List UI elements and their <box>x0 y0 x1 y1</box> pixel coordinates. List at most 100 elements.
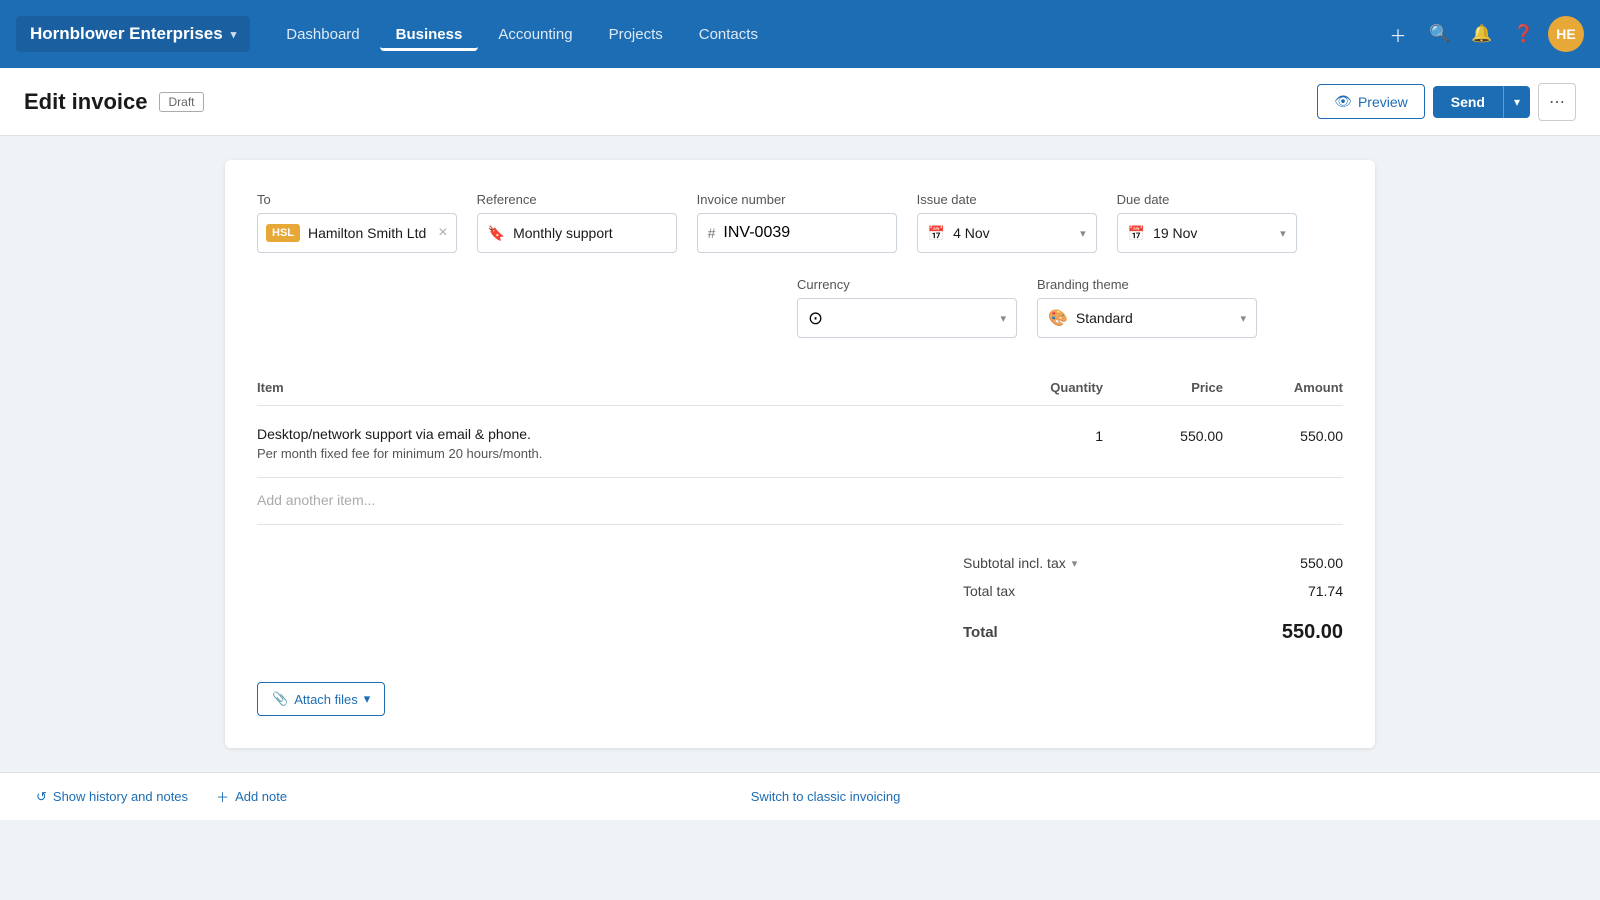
more-options-button[interactable]: ⋯ <box>1538 83 1576 121</box>
total-tax-row: Total tax 71.74 <box>963 577 1343 605</box>
preview-icon: 👁 <box>1334 93 1352 110</box>
due-date-field[interactable]: 📅 19 Nov ▾ <box>1117 213 1297 253</box>
due-date-chevron-icon: ▾ <box>1280 227 1286 240</box>
due-date-group: Due date 📅 19 Nov ▾ <box>1117 192 1297 253</box>
to-group: To HSL Hamilton Smith Ltd × <box>257 192 457 253</box>
nav-links: Dashboard Business Accounting Projects C… <box>270 18 1380 51</box>
preview-button[interactable]: 👁 Preview <box>1317 84 1425 119</box>
add-note-link[interactable]: ＋ Add note <box>216 787 287 806</box>
bottom-section: 📎 Attach files ▾ <box>257 682 1343 716</box>
currency-label: Currency <box>797 277 1017 292</box>
navbar: Hornblower Enterprises ▾ Dashboard Busin… <box>0 0 1600 68</box>
total-tax-label: Total tax <box>963 583 1015 599</box>
branding-theme-label: Branding theme <box>1037 277 1257 292</box>
theme-icon: 🎨 <box>1048 308 1068 328</box>
due-date-label: Due date <box>1117 192 1297 207</box>
issue-date-chevron-icon: ▾ <box>1080 227 1086 240</box>
add-note-label: Add note <box>235 789 287 804</box>
currency-group: Currency ⊙ ▾ <box>797 277 1017 338</box>
history-notes-link[interactable]: ↺ Show history and notes <box>36 789 188 805</box>
item-sub-description: Per month fixed fee for minimum 20 hours… <box>257 446 983 461</box>
branding-theme-field[interactable]: 🎨 Standard ▾ <box>1037 298 1257 338</box>
brand-button[interactable]: Hornblower Enterprises ▾ <box>16 16 250 52</box>
total-value: 550.00 <box>1282 621 1343 644</box>
add-button[interactable]: ＋ <box>1380 16 1416 52</box>
footer-bar: ↺ Show history and notes ＋ Add note Swit… <box>0 772 1600 820</box>
page-header: Edit invoice Draft 👁 Preview Send ▾ ⋯ <box>0 68 1600 136</box>
branding-theme-group: Branding theme 🎨 Standard ▾ <box>1037 277 1257 338</box>
nav-dashboard[interactable]: Dashboard <box>270 18 375 51</box>
send-button[interactable]: Send <box>1433 86 1503 118</box>
hash-icon: # <box>708 225 716 241</box>
to-badge: HSL <box>266 224 300 242</box>
avatar[interactable]: HE <box>1548 16 1584 52</box>
form-row-1: To HSL Hamilton Smith Ltd × Reference 🔖 … <box>257 192 1343 253</box>
calendar-icon: 📅 <box>928 225 945 242</box>
subtotal-value: 550.00 <box>1300 555 1343 571</box>
col-item: Item <box>257 380 983 395</box>
totals-section: Subtotal incl. tax ▾ 550.00 Total tax 71… <box>257 549 1343 650</box>
add-item-row[interactable]: Add another item... <box>257 478 1343 525</box>
issue-date-value: 4 Nov <box>953 225 1072 241</box>
currency-chevron-icon: ▾ <box>1000 312 1006 325</box>
send-button-group: Send ▾ <box>1433 86 1530 118</box>
reference-field[interactable]: 🔖 Monthly support <box>477 213 677 253</box>
nav-accounting[interactable]: Accounting <box>482 18 588 51</box>
history-icon: ↺ <box>36 789 47 805</box>
to-label: To <box>257 192 457 207</box>
branding-theme-chevron-icon: ▾ <box>1240 312 1246 325</box>
currency-field[interactable]: ⊙ ▾ <box>797 298 1017 338</box>
help-button[interactable]: ❓ <box>1506 16 1542 52</box>
to-close-icon[interactable]: × <box>438 224 447 242</box>
invoice-number-field[interactable]: # INV-0039 <box>697 213 897 253</box>
currency-icon: ⊙ <box>808 308 823 329</box>
total-tax-value: 71.74 <box>1308 583 1343 599</box>
col-amount: Amount <box>1223 380 1343 395</box>
invoice-number-label: Invoice number <box>697 192 897 207</box>
nav-business[interactable]: Business <box>380 18 479 51</box>
reference-label: Reference <box>477 192 677 207</box>
nav-projects[interactable]: Projects <box>593 18 679 51</box>
form-row-2: Currency ⊙ ▾ Branding theme 🎨 Standard ▾ <box>257 277 1343 338</box>
table-row[interactable]: Desktop/network support via email & phon… <box>257 410 1343 478</box>
add-item-placeholder: Add another item... <box>257 492 375 508</box>
send-dropdown-button[interactable]: ▾ <box>1503 86 1530 118</box>
total-row: Total 550.00 <box>963 609 1343 650</box>
issue-date-field[interactable]: 📅 4 Nov ▾ <box>917 213 1097 253</box>
subtotal-label: Subtotal incl. tax ▾ <box>963 555 1077 571</box>
items-header: Item Quantity Price Amount <box>257 370 1343 406</box>
classic-label: Switch to classic invoicing <box>751 789 901 804</box>
notifications-button[interactable]: 🔔 <box>1464 16 1500 52</box>
classic-invoicing-link[interactable]: Switch to classic invoicing <box>751 789 901 804</box>
item-description-cell: Desktop/network support via email & phon… <box>257 426 983 461</box>
subtotal-row: Subtotal incl. tax ▾ 550.00 <box>963 549 1343 577</box>
invoice-number-value: INV-0039 <box>723 224 790 242</box>
branding-theme-value: Standard <box>1076 310 1233 326</box>
items-table: Item Quantity Price Amount Desktop/netwo… <box>257 370 1343 525</box>
main-content: To HSL Hamilton Smith Ltd × Reference 🔖 … <box>0 136 1600 772</box>
attach-files-button[interactable]: 📎 Attach files ▾ <box>257 682 385 716</box>
to-field[interactable]: HSL Hamilton Smith Ltd × <box>257 213 457 253</box>
issue-date-label: Issue date <box>917 192 1097 207</box>
item-quantity: 1 <box>983 426 1103 461</box>
bookmark-icon: 🔖 <box>488 225 505 242</box>
due-date-calendar-icon: 📅 <box>1128 225 1145 242</box>
history-label: Show history and notes <box>53 789 188 804</box>
subtotal-dropdown-icon[interactable]: ▾ <box>1072 557 1078 570</box>
totals-table: Subtotal incl. tax ▾ 550.00 Total tax 71… <box>963 549 1343 650</box>
reference-value: Monthly support <box>513 225 613 241</box>
attach-files-label: Attach files <box>294 692 358 707</box>
total-label: Total <box>963 624 998 641</box>
invoice-number-group: Invoice number # INV-0039 <box>697 192 897 253</box>
page-title-group: Edit invoice Draft <box>24 89 204 115</box>
brand-name: Hornblower Enterprises <box>30 24 223 44</box>
issue-date-group: Issue date 📅 4 Nov ▾ <box>917 192 1097 253</box>
nav-contacts[interactable]: Contacts <box>683 18 774 51</box>
avatar-initials: HE <box>1556 26 1575 42</box>
search-button[interactable]: 🔍 <box>1422 16 1458 52</box>
col-price: Price <box>1103 380 1223 395</box>
attach-icon: 📎 <box>272 691 288 707</box>
to-name: Hamilton Smith Ltd <box>308 225 426 241</box>
header-actions: 👁 Preview Send ▾ ⋯ <box>1317 83 1576 121</box>
due-date-value: 19 Nov <box>1153 225 1272 241</box>
